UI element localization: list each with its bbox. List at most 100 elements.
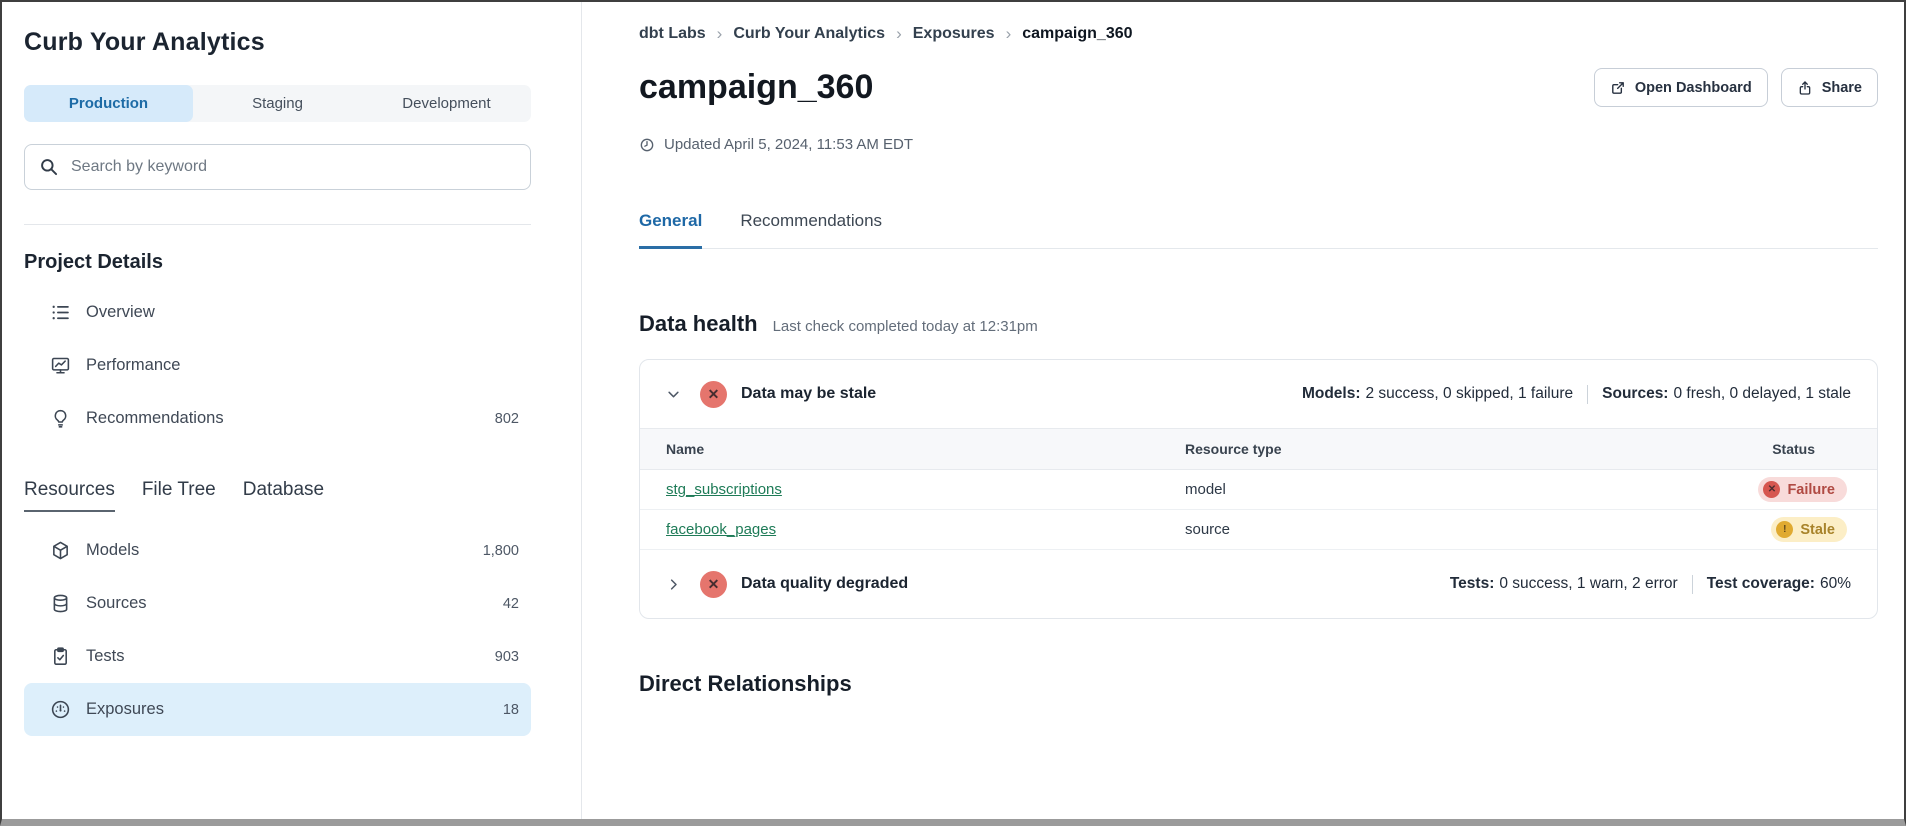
search-input[interactable] — [71, 158, 516, 176]
sidebar-item-count: 903 — [495, 649, 519, 665]
project-details-heading: Project Details — [24, 251, 531, 274]
chevron-right-icon — [666, 577, 681, 592]
sidebar-item-recommendations[interactable]: Recommendations 802 — [24, 392, 531, 445]
env-tab-production[interactable]: Production — [24, 85, 193, 122]
summary-value: 0 fresh, 0 delayed, 1 stale — [1673, 385, 1851, 403]
tab-recommendations[interactable]: Recommendations — [740, 211, 882, 249]
column-header-status: Status — [1627, 429, 1877, 470]
breadcrumb-separator-icon: › — [1006, 24, 1012, 44]
resource-link-facebook-pages[interactable]: facebook_pages — [666, 521, 776, 538]
breadcrumb-exposures[interactable]: Exposures — [913, 25, 995, 43]
section-summary: Tests:0 success, 1 warn, 2 error Test co… — [1450, 575, 1851, 594]
share-button[interactable]: Share — [1781, 68, 1878, 107]
section-data-quality-degraded[interactable]: ✕ Data quality degraded Tests:0 success,… — [640, 550, 1877, 618]
summary-divider — [1692, 575, 1693, 594]
sidebar-item-count: 1,800 — [483, 543, 519, 559]
sidebar-item-label: Sources — [86, 594, 147, 613]
header-actions: Open Dashboard Share — [1594, 68, 1878, 107]
table-row: stg_subscriptions model ✕ Failure — [640, 470, 1877, 510]
project-title: Curb Your Analytics — [24, 28, 531, 57]
sidebar-item-count: 802 — [495, 411, 519, 427]
resources-tab-bar: Resources File Tree Database — [24, 479, 531, 512]
sidebar-item-label: Tests — [86, 647, 125, 666]
sidebar-item-label: Exposures — [86, 700, 164, 719]
env-tab-staging[interactable]: Staging — [193, 85, 362, 122]
external-link-icon — [1610, 80, 1626, 96]
lightbulb-icon — [50, 408, 71, 429]
sidebar: Curb Your Analytics Production Staging D… — [2, 2, 582, 819]
sidebar-item-overview[interactable]: Overview — [24, 286, 531, 339]
open-dashboard-label: Open Dashboard — [1635, 80, 1752, 96]
table-header-row: Name Resource type Status — [640, 429, 1877, 470]
page-title: campaign_360 — [639, 68, 873, 107]
breadcrumb-project[interactable]: Curb Your Analytics — [733, 25, 885, 43]
summary-label: Models: — [1302, 385, 1361, 403]
breadcrumb-current: campaign_360 — [1022, 25, 1132, 43]
tab-database[interactable]: Database — [243, 479, 324, 510]
search-icon — [39, 157, 59, 177]
resources-nav: Models 1,800 Sources 42 Tests 903 Exposu… — [24, 524, 531, 736]
sidebar-item-tests[interactable]: Tests 903 — [24, 630, 531, 683]
sidebar-item-label: Overview — [86, 303, 155, 322]
updated-timestamp: Updated April 5, 2024, 11:53 AM EDT — [639, 136, 1878, 153]
summary-value: 60% — [1820, 575, 1851, 593]
search-box[interactable] — [24, 144, 531, 190]
stale-exclamation-icon: ! — [1776, 521, 1793, 538]
summary-label: Sources: — [1602, 385, 1668, 403]
breadcrumb-dbt-labs[interactable]: dbt Labs — [639, 25, 706, 43]
sidebar-item-label: Recommendations — [86, 409, 224, 428]
section-title: Data may be stale — [741, 385, 876, 403]
app-window: Curb Your Analytics Production Staging D… — [0, 0, 1906, 826]
section-title: Data quality degraded — [741, 575, 908, 593]
status-badge-stale: ! Stale — [1771, 517, 1847, 542]
error-status-icon: ✕ — [700, 571, 727, 598]
main-content: dbt Labs › Curb Your Analytics › Exposur… — [582, 2, 1904, 819]
list-icon — [50, 302, 71, 323]
clock-icon — [639, 137, 655, 153]
section-summary: Models: 2 success, 0 skipped, 1 failure S… — [1302, 385, 1851, 404]
resource-link-stg-subscriptions[interactable]: stg_subscriptions — [666, 481, 782, 498]
tab-general[interactable]: General — [639, 211, 702, 249]
sidebar-item-label: Performance — [86, 356, 180, 375]
column-header-resource-type: Resource type — [1185, 429, 1627, 470]
status-badge-label: Failure — [1787, 482, 1835, 498]
sidebar-divider — [24, 224, 531, 225]
section-data-may-be-stale[interactable]: ✕ Data may be stale Models: 2 success, 0 … — [640, 360, 1877, 428]
data-health-header: Data health Last check completed today a… — [639, 311, 1878, 337]
status-badge-failure: ✕ Failure — [1758, 477, 1847, 502]
resource-type-cell: source — [1185, 510, 1627, 550]
sidebar-item-count: 42 — [503, 596, 519, 612]
open-dashboard-button[interactable]: Open Dashboard — [1594, 68, 1768, 107]
title-row: campaign_360 Open Dashboard Share — [639, 68, 1878, 107]
cube-icon — [50, 540, 71, 561]
environment-switcher: Production Staging Development — [24, 85, 531, 122]
resource-type-cell: model — [1185, 470, 1627, 510]
sidebar-item-count: 18 — [503, 702, 519, 718]
updated-text: Updated April 5, 2024, 11:53 AM EDT — [664, 136, 913, 153]
env-tab-development[interactable]: Development — [362, 85, 531, 122]
tab-file-tree[interactable]: File Tree — [142, 479, 216, 510]
share-label: Share — [1822, 80, 1862, 96]
summary-value: 2 success, 0 skipped, 1 failure — [1366, 385, 1574, 403]
sidebar-item-exposures[interactable]: Exposures 18 — [24, 683, 531, 736]
breadcrumb: dbt Labs › Curb Your Analytics › Exposur… — [639, 24, 1878, 44]
breadcrumb-separator-icon: › — [717, 24, 723, 44]
column-header-name: Name — [640, 429, 1185, 470]
chevron-down-icon — [666, 387, 681, 402]
failure-x-icon: ✕ — [1763, 481, 1780, 498]
sidebar-item-performance[interactable]: Performance — [24, 339, 531, 392]
database-icon — [50, 593, 71, 614]
error-status-icon: ✕ — [700, 381, 727, 408]
tab-resources[interactable]: Resources — [24, 479, 115, 512]
breadcrumb-separator-icon: › — [896, 24, 902, 44]
table-row: facebook_pages source ! Stale — [640, 510, 1877, 550]
status-badge-label: Stale — [1800, 522, 1835, 538]
sidebar-item-models[interactable]: Models 1,800 — [24, 524, 531, 577]
direct-relationships-heading: Direct Relationships — [639, 671, 1878, 697]
sidebar-item-sources[interactable]: Sources 42 — [24, 577, 531, 630]
data-health-heading: Data health — [639, 311, 758, 337]
sidebar-item-label: Models — [86, 541, 139, 560]
summary-label: Test coverage: — [1707, 575, 1815, 593]
performance-icon — [50, 355, 71, 376]
data-health-card: ✕ Data may be stale Models: 2 success, 0 … — [639, 359, 1878, 619]
